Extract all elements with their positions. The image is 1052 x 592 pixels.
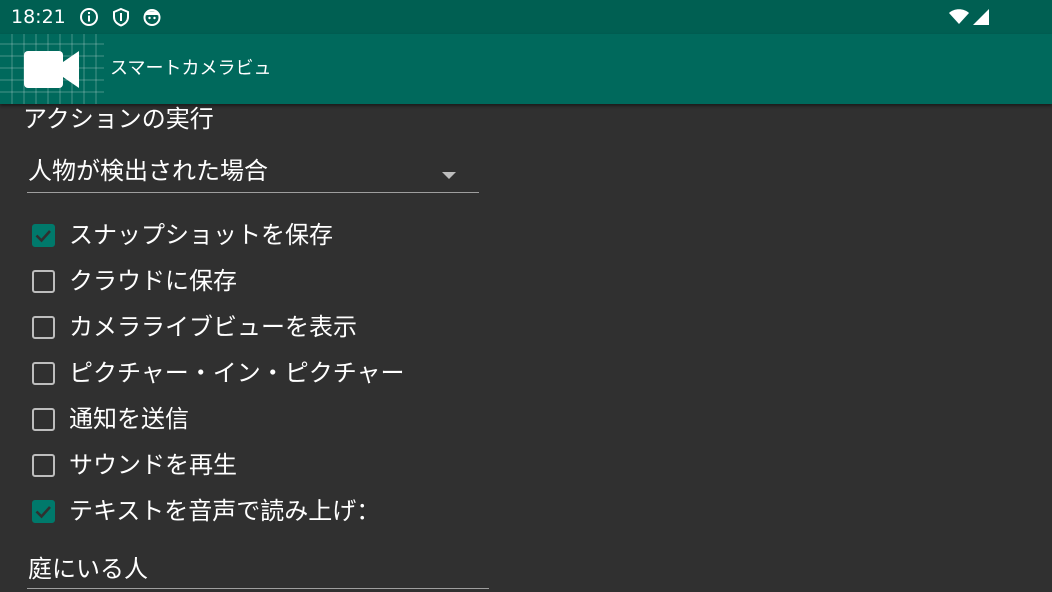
option-label: サウンドを再生 <box>69 451 237 479</box>
option-send-notification[interactable]: 通知を送信 <box>31 400 491 440</box>
face-icon <box>142 7 162 27</box>
option-label: クラウドに保存 <box>69 267 237 295</box>
option-save-cloud[interactable]: クラウドに保存 <box>31 262 491 302</box>
cell-signal-icon <box>971 7 991 27</box>
section-title: アクションの実行 <box>23 105 214 133</box>
video-camera-icon <box>0 34 104 104</box>
option-label: カメラライブビューを表示 <box>69 313 357 341</box>
checkbox-picture-in-picture[interactable] <box>32 362 55 385</box>
app-title: スマートカメラビュ <box>110 58 272 79</box>
wifi-icon <box>948 7 970 27</box>
option-label: スナップショットを保存 <box>69 221 333 249</box>
tts-text-value: 庭にいる人 <box>28 555 148 583</box>
checkbox-save-snapshot[interactable] <box>32 224 55 247</box>
status-time: 18:21 <box>11 6 66 28</box>
option-save-snapshot[interactable]: スナップショットを保存 <box>31 216 491 256</box>
checkbox-show-live-view[interactable] <box>32 316 55 339</box>
option-show-live-view[interactable]: カメラライブビューを表示 <box>31 308 491 348</box>
checkbox-save-cloud[interactable] <box>32 270 55 293</box>
option-label: テキストを音声で読み上げ： <box>69 497 381 525</box>
option-picture-in-picture[interactable]: ピクチャー・イン・ピクチャー <box>31 354 491 394</box>
option-label: 通知を送信 <box>69 405 189 433</box>
dropdown-arrow-icon <box>441 166 457 179</box>
trigger-select[interactable]: 人物が検出された場合 <box>27 150 479 193</box>
app-bar: スマートカメラビュ <box>0 34 1052 104</box>
checkbox-text-to-speech[interactable] <box>32 500 55 523</box>
tts-text-field[interactable]: 庭にいる人 <box>27 548 489 589</box>
checkbox-send-notification[interactable] <box>32 408 55 431</box>
info-icon <box>79 7 99 27</box>
option-label: ピクチャー・イン・ピクチャー <box>69 359 405 387</box>
trigger-select-value: 人物が検出された場合 <box>28 157 268 185</box>
option-text-to-speech[interactable]: テキストを音声で読み上げ： <box>31 492 491 532</box>
option-play-sound[interactable]: サウンドを再生 <box>31 446 491 486</box>
status-bar: 18:21 <box>0 0 1052 34</box>
checkbox-play-sound[interactable] <box>32 454 55 477</box>
shield-icon <box>111 7 131 27</box>
